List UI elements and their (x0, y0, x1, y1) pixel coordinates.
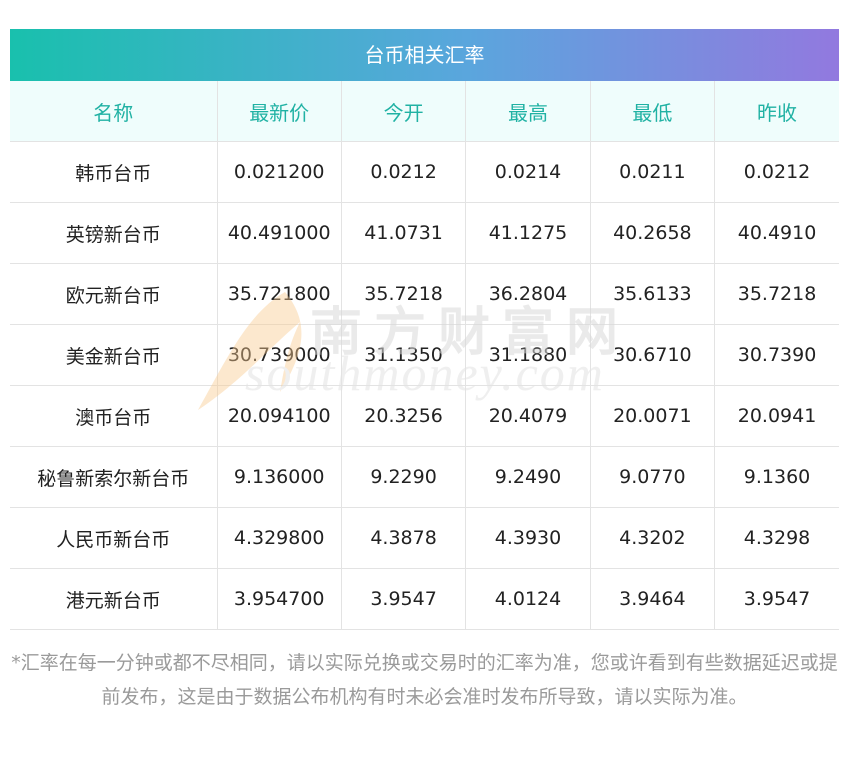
cell-high: 4.3930 (465, 507, 591, 569)
cell-high: 31.1880 (465, 324, 591, 386)
table-header-row: 名称 最新价 今开 最高 最低 昨收 (10, 81, 839, 142)
cell-open: 41.0731 (341, 202, 467, 264)
cell-open: 0.0212 (341, 141, 467, 203)
cell-open: 9.2290 (341, 446, 467, 508)
table-row: 欧元新台币 35.721800 35.7218 36.2804 35.6133 … (10, 263, 839, 325)
table-row: 美金新台币 30.739000 31.1350 31.1880 30.6710 … (10, 324, 839, 386)
cell-name: 英镑新台币 (10, 202, 218, 264)
cell-high: 41.1275 (465, 202, 591, 264)
table-title: 台币相关汇率 (10, 29, 839, 81)
cell-open: 31.1350 (341, 324, 467, 386)
cell-name: 港元新台币 (10, 568, 218, 630)
column-header-latest: 最新价 (217, 81, 342, 142)
exchange-rate-table: 名称 最新价 今开 最高 最低 昨收 韩币台币 0.021200 0.0212 … (10, 81, 839, 630)
cell-open: 20.3256 (341, 385, 467, 447)
cell-name: 秘鲁新索尔新台币 (10, 446, 218, 508)
cell-low: 3.9464 (590, 568, 716, 630)
cell-open: 4.3878 (341, 507, 467, 569)
cell-high: 4.0124 (465, 568, 591, 630)
cell-high: 0.0214 (465, 141, 591, 203)
cell-name: 人民币新台币 (10, 507, 218, 569)
table-row: 英镑新台币 40.491000 41.0731 41.1275 40.2658 … (10, 202, 839, 264)
column-header-open: 今开 (341, 81, 467, 142)
cell-high: 20.4079 (465, 385, 591, 447)
cell-low: 0.0211 (590, 141, 716, 203)
cell-name: 欧元新台币 (10, 263, 218, 325)
column-header-high: 最高 (465, 81, 591, 142)
cell-name: 美金新台币 (10, 324, 218, 386)
cell-low: 4.3202 (590, 507, 716, 569)
rate-table-card: 台币相关汇率 名称 最新价 今开 最高 最低 昨收 韩币台币 0.021200 … (10, 29, 839, 630)
cell-open: 35.7218 (341, 263, 467, 325)
table-row: 秘鲁新索尔新台币 9.136000 9.2290 9.2490 9.0770 9… (10, 446, 839, 508)
cell-low: 40.2658 (590, 202, 716, 264)
column-header-prev-close: 昨收 (714, 81, 839, 142)
table-row: 港元新台币 3.954700 3.9547 4.0124 3.9464 3.95… (10, 568, 839, 630)
cell-prev-close: 3.9547 (714, 568, 839, 630)
table-row: 澳币台币 20.094100 20.3256 20.4079 20.0071 2… (10, 385, 839, 447)
cell-latest: 40.491000 (217, 202, 342, 264)
cell-latest: 0.021200 (217, 141, 342, 203)
cell-prev-close: 0.0212 (714, 141, 839, 203)
cell-latest: 20.094100 (217, 385, 342, 447)
cell-high: 36.2804 (465, 263, 591, 325)
cell-prev-close: 40.4910 (714, 202, 839, 264)
disclaimer-note: *汇率在每一分钟或都不尽相同，请以实际兑换或交易时的汇率为准，您或许看到有些数据… (11, 652, 838, 708)
cell-prev-close: 9.1360 (714, 446, 839, 508)
cell-low: 9.0770 (590, 446, 716, 508)
cell-name: 澳币台币 (10, 385, 218, 447)
cell-latest: 3.954700 (217, 568, 342, 630)
cell-latest: 35.721800 (217, 263, 342, 325)
cell-latest: 30.739000 (217, 324, 342, 386)
column-header-low: 最低 (590, 81, 716, 142)
cell-open: 3.9547 (341, 568, 467, 630)
cell-low: 35.6133 (590, 263, 716, 325)
cell-high: 9.2490 (465, 446, 591, 508)
cell-prev-close: 4.3298 (714, 507, 839, 569)
cell-prev-close: 20.0941 (714, 385, 839, 447)
cell-low: 20.0071 (590, 385, 716, 447)
table-row: 韩币台币 0.021200 0.0212 0.0214 0.0211 0.021… (10, 141, 839, 203)
cell-prev-close: 35.7218 (714, 263, 839, 325)
table-row: 人民币新台币 4.329800 4.3878 4.3930 4.3202 4.3… (10, 507, 839, 569)
cell-latest: 9.136000 (217, 446, 342, 508)
cell-prev-close: 30.7390 (714, 324, 839, 386)
column-header-name: 名称 (10, 81, 218, 142)
cell-low: 30.6710 (590, 324, 716, 386)
cell-name: 韩币台币 (10, 141, 218, 203)
cell-latest: 4.329800 (217, 507, 342, 569)
